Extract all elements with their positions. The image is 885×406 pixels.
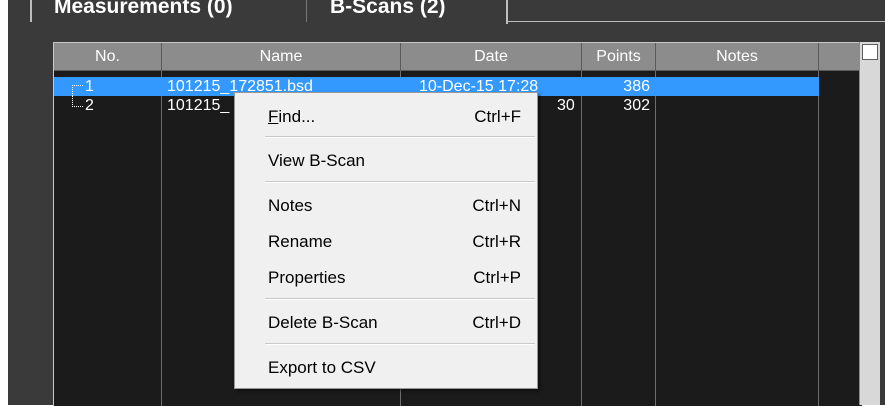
column-header-date[interactable]: Date xyxy=(401,43,582,71)
cell-name: 101215_ xyxy=(167,97,230,114)
menu-item-find-label: Find... xyxy=(268,102,315,132)
cell-notes xyxy=(662,96,812,115)
menu-item-find[interactable]: Find... Ctrl+F xyxy=(235,102,537,132)
column-header-notes[interactable]: Notes xyxy=(656,43,819,71)
menu-item-find-shortcut: Ctrl+F xyxy=(474,107,521,126)
cell-date: 30 xyxy=(557,97,575,114)
menu-item-properties-label: Properties xyxy=(268,268,346,287)
cell-points: 302 xyxy=(623,97,650,114)
menu-item-notes-shortcut: Ctrl+N xyxy=(472,196,521,215)
column-header-extra xyxy=(819,43,862,71)
menu-item-delete-bscan-label: Delete B-Scan xyxy=(268,313,378,332)
find-accelerator: F xyxy=(268,107,279,126)
tab-measurements[interactable]: Measurements (0) xyxy=(30,0,307,22)
menu-item-properties-shortcut: Ctrl+P xyxy=(473,268,521,287)
column-header-no[interactable]: No. xyxy=(54,43,162,71)
tab-bscans-label: B-Scans (2) xyxy=(330,0,446,18)
menu-separator xyxy=(265,181,535,183)
find-label-rest: ind... xyxy=(278,107,316,126)
menu-item-delete-bscan-shortcut: Ctrl+D xyxy=(472,313,521,332)
menu-item-delete-bscan[interactable]: Delete B-Scan Ctrl+D xyxy=(235,308,537,338)
cell-notes xyxy=(662,77,812,96)
column-divider xyxy=(161,71,162,406)
menu-item-view-bscan[interactable]: View B-Scan xyxy=(235,146,537,176)
menu-item-properties[interactable]: Properties Ctrl+P xyxy=(235,263,537,293)
tab-measurements-label: Measurements (0) xyxy=(54,0,233,18)
menu-item-rename[interactable]: Rename Ctrl+R xyxy=(235,227,537,257)
column-header-name[interactable]: Name xyxy=(162,43,401,71)
menu-separator xyxy=(265,343,535,345)
scroll-corner-button[interactable] xyxy=(862,44,878,60)
column-divider xyxy=(581,71,582,406)
cell-no: 2 xyxy=(85,97,94,114)
tree-connector-icon xyxy=(72,96,83,107)
menu-separator xyxy=(265,298,535,300)
menu-item-rename-label: Rename xyxy=(268,232,333,251)
menu-item-rename-shortcut: Ctrl+R xyxy=(472,232,521,251)
tab-baseline xyxy=(508,21,885,22)
column-divider xyxy=(818,71,819,406)
menu-item-export-csv[interactable]: Export to CSV xyxy=(235,353,537,383)
vertical-scrollbar[interactable] xyxy=(859,42,880,405)
cell-no: 1 xyxy=(85,78,94,95)
context-menu: Find... Ctrl+F View B-Scan Notes Ctrl+N … xyxy=(234,92,538,389)
menu-item-notes-label: Notes xyxy=(268,196,313,215)
menu-item-export-csv-label: Export to CSV xyxy=(268,358,376,377)
tree-connector-icon xyxy=(72,85,83,96)
tab-bscans[interactable]: B-Scans (2) xyxy=(308,0,508,24)
menu-item-view-bscan-label: View B-Scan xyxy=(268,151,366,170)
menu-separator xyxy=(265,136,535,138)
column-header-points[interactable]: Points xyxy=(582,43,656,71)
menu-item-notes[interactable]: Notes Ctrl+N xyxy=(235,191,537,221)
column-divider xyxy=(655,71,656,406)
cell-points: 386 xyxy=(623,78,650,95)
